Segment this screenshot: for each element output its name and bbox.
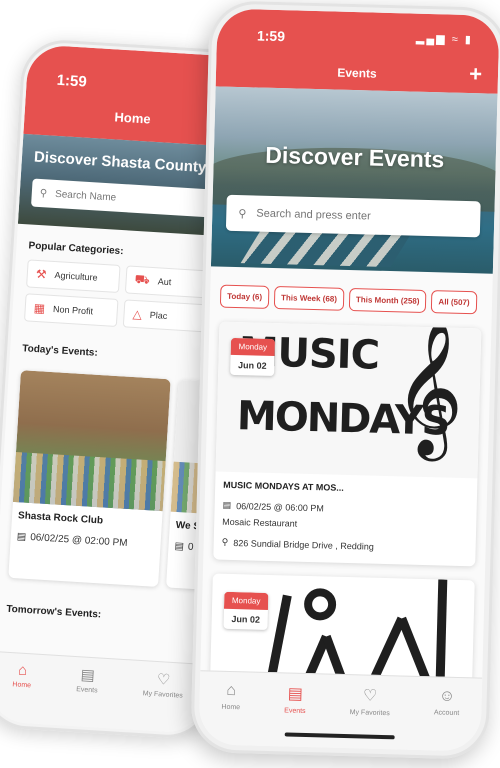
event-date-text: 06/02/25 @ 02:00 PM — [29, 532, 128, 549]
tab-label: My Favorites — [142, 690, 183, 700]
category-label: Plac — [149, 309, 168, 321]
building-icon: ▦ — [33, 300, 46, 316]
tab-label: Events — [75, 686, 98, 695]
event-address: ⚲ 826 Sundial Bridge Drive , Redding — [222, 537, 468, 554]
calendar-icon: ▤ — [174, 540, 185, 553]
date-badge: Monday Jun 02 — [230, 337, 276, 377]
tab-events[interactable]: ▤ Events — [74, 665, 99, 727]
add-event-button[interactable]: + — [469, 61, 483, 86]
tomorrows-events-heading: Tomorrow's Events: — [6, 603, 102, 621]
category-grid: ⚒ Agriculture ⛟ Aut ▦ Non Profit △ Plac — [12, 259, 231, 334]
user-icon: ☺ — [438, 687, 456, 705]
events-screen: 1:59 ▂▄▆ ≈ ▮ Events + Discover Events ⚲ — [198, 8, 500, 752]
search-icon: ⚲ — [39, 187, 48, 199]
heart-icon: ♡ — [362, 687, 378, 705]
badge-day: Monday — [230, 337, 276, 357]
tab-home[interactable]: ⌂ Home — [220, 682, 240, 745]
badge-date: Jun 02 — [237, 360, 267, 371]
date-filter-chips: Today (6) This Week (68) This Month (258… — [210, 266, 493, 324]
calendar-icon: ▤ — [287, 685, 304, 703]
tab-events[interactable]: ▤ Events — [283, 683, 306, 747]
signal-icon: ▂▄▆ — [415, 32, 447, 46]
filter-this-week[interactable]: This Week (68) — [273, 286, 345, 311]
page-title: Events — [337, 65, 377, 81]
home-icon: ⌂ — [226, 681, 237, 700]
wifi-icon: ≈ — [451, 33, 460, 46]
calendar-icon: ▤ — [80, 666, 96, 685]
search-icon: ⚲ — [238, 207, 247, 220]
category-label: Non Profit — [52, 304, 94, 317]
tab-label: My Favorites — [349, 709, 390, 718]
battery-icon: ▮ — [464, 33, 474, 47]
tab-label: Events — [284, 707, 306, 715]
tab-my-favorites[interactable]: ♡ My Favorites — [141, 669, 185, 732]
category-non-profit[interactable]: ▦ Non Profit — [23, 293, 119, 327]
tab-label: Home — [221, 703, 241, 712]
event-card[interactable]: Shasta Rock Club ▤ 06/02/25 @ 02:00 PM — [8, 370, 171, 587]
status-time: 1:59 — [256, 27, 286, 45]
tab-home[interactable]: ⌂ Home — [10, 661, 32, 723]
event-address-text: 826 Sundial Bridge Drive , Redding — [233, 537, 374, 552]
event-venue: Mosaic Restaurant — [222, 517, 468, 533]
category-agriculture[interactable]: ⚒ Agriculture — [26, 259, 121, 293]
event-card[interactable]: MUSIC MONDAYS 𝄞 Monday Jun 02 MUSIC MOND… — [213, 321, 482, 567]
search-bar: ⚲ — [225, 194, 481, 238]
events-phone-mockup: 1:59 ▂▄▆ ≈ ▮ Events + Discover Events ⚲ — [190, 0, 500, 760]
event-card-body: MUSIC MONDAYS AT MOS... ▤ 06/02/25 @ 06:… — [213, 472, 477, 567]
calendar-icon: ▤ — [222, 499, 232, 510]
status-icons: ▂▄▆ ≈ ▮ — [416, 32, 473, 46]
status-time: 1:59 — [56, 71, 88, 91]
search-input[interactable] — [256, 207, 447, 225]
events-header: 1:59 ▂▄▆ ≈ ▮ Events + — [215, 8, 500, 94]
home-icon: ⌂ — [17, 661, 28, 680]
badge-date: Jun 02 — [231, 614, 261, 625]
event-image: MUSIC MONDAYS 𝄞 Monday Jun 02 — [215, 321, 482, 479]
event-venue-text: Mosaic Restaurant — [222, 516, 298, 529]
search-placeholder: Search Name — [54, 188, 117, 204]
event-title: MUSIC MONDAYS AT MOS... — [223, 479, 344, 493]
bottom-tab-bar: ⌂ Home ▤ Events ♡ My Favorites ☺ Account — [198, 670, 483, 752]
filter-this-month[interactable]: This Month (258) — [348, 287, 427, 313]
heart-icon: ♡ — [156, 671, 171, 689]
todays-events-list: Shasta Rock Club ▤ 06/02/25 @ 02:00 PM W… — [0, 369, 245, 597]
event-image — [12, 370, 171, 512]
todays-events-heading: Today's Events: — [21, 343, 99, 359]
badge-day: Monday — [223, 591, 269, 610]
category-label: Agriculture — [54, 270, 98, 283]
app-showcase: 1:59 Home Discover Shasta County ⚲ Searc… — [0, 0, 500, 768]
tab-account[interactable]: ☺ Account — [433, 687, 460, 751]
event-datetime-text: 06/02/25 @ 06:00 PM — [236, 500, 324, 513]
hero-title: Discover Shasta County — [33, 148, 207, 177]
filter-all[interactable]: All (507) — [431, 290, 477, 315]
calendar-icon: ▤ — [16, 531, 27, 543]
car-icon: ⛟ — [134, 271, 151, 287]
tractor-icon: ⚒ — [35, 266, 48, 282]
filter-today[interactable]: Today (6) — [219, 284, 270, 309]
search-input[interactable]: ⚲ Search Name — [30, 178, 233, 219]
location-pin-icon: ⚲ — [221, 536, 229, 547]
tab-label: Home — [12, 681, 32, 690]
event-date-text: 0 — [187, 541, 194, 554]
tab-label: Account — [433, 709, 460, 717]
event-datetime: ▤ 06/02/25 @ 06:00 PM — [223, 500, 469, 517]
events-hero: Discover Events ⚲ — [210, 86, 498, 274]
treble-clef-icon: 𝄞 — [392, 321, 466, 456]
tab-my-favorites[interactable]: ♡ My Favorites — [349, 685, 391, 749]
church-icon: △ — [132, 306, 143, 322]
date-badge: Monday Jun 02 — [223, 591, 269, 630]
category-label: Aut — [157, 276, 172, 288]
bottom-tab-bar: ⌂ Home ▤ Events ♡ My Favorites — [0, 650, 208, 734]
